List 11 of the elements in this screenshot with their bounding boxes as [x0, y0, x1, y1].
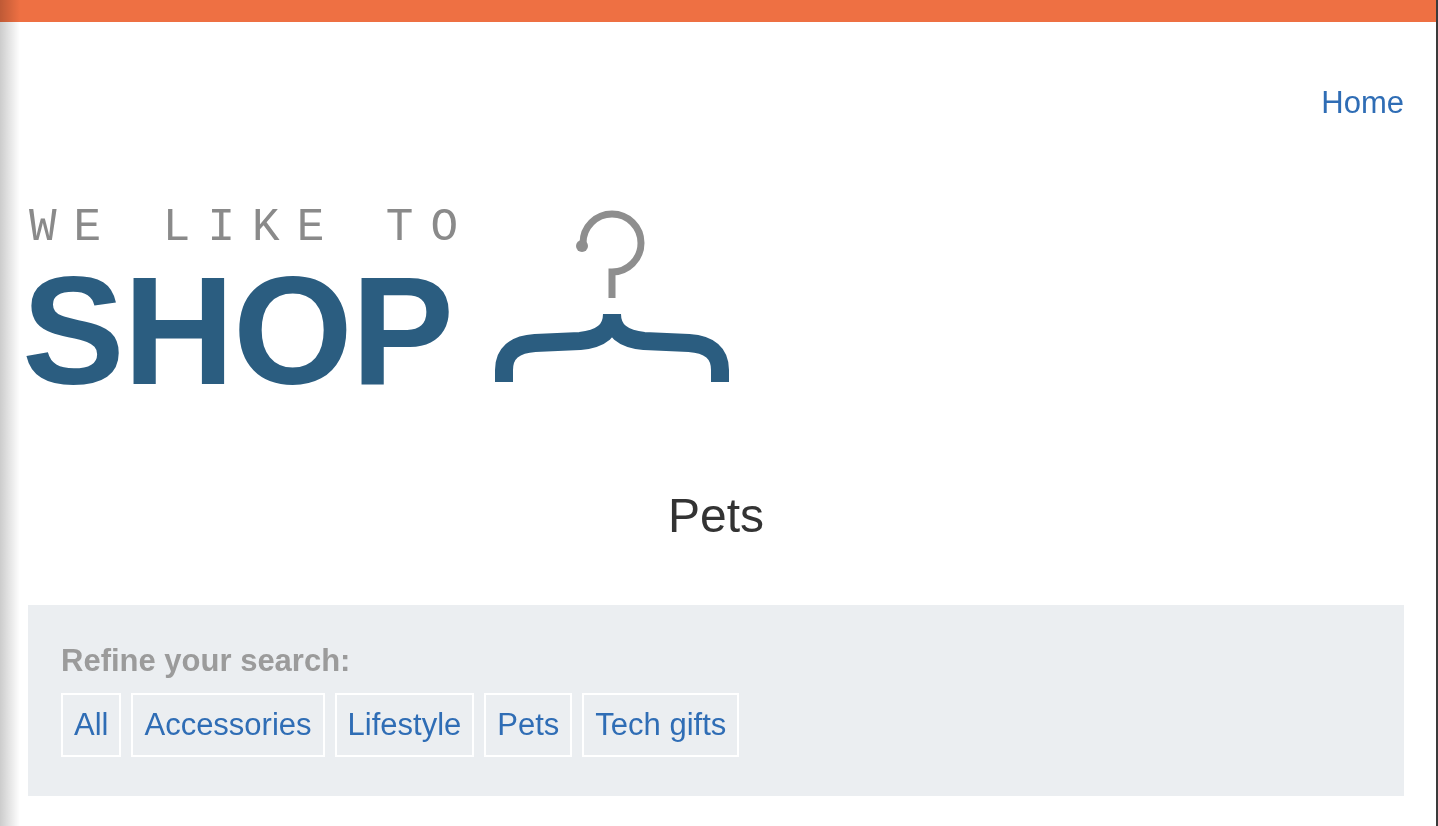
home-link[interactable]: Home — [1321, 85, 1404, 121]
filter-label: Refine your search: — [61, 643, 352, 679]
filter-button[interactable]: Tech gifts — [582, 693, 740, 757]
hanger-icon — [495, 210, 730, 382]
filter-button[interactable]: All — [61, 693, 122, 757]
page-title: Pets — [667, 492, 764, 540]
logo-tagline: WE LIKE TO — [29, 205, 476, 251]
filter-button[interactable]: Lifestyle — [334, 693, 475, 757]
logo-wordmark: SHOP — [22, 254, 454, 408]
filter-button[interactable]: Accessories — [131, 693, 325, 757]
filter-button[interactable]: Pets — [484, 693, 573, 757]
